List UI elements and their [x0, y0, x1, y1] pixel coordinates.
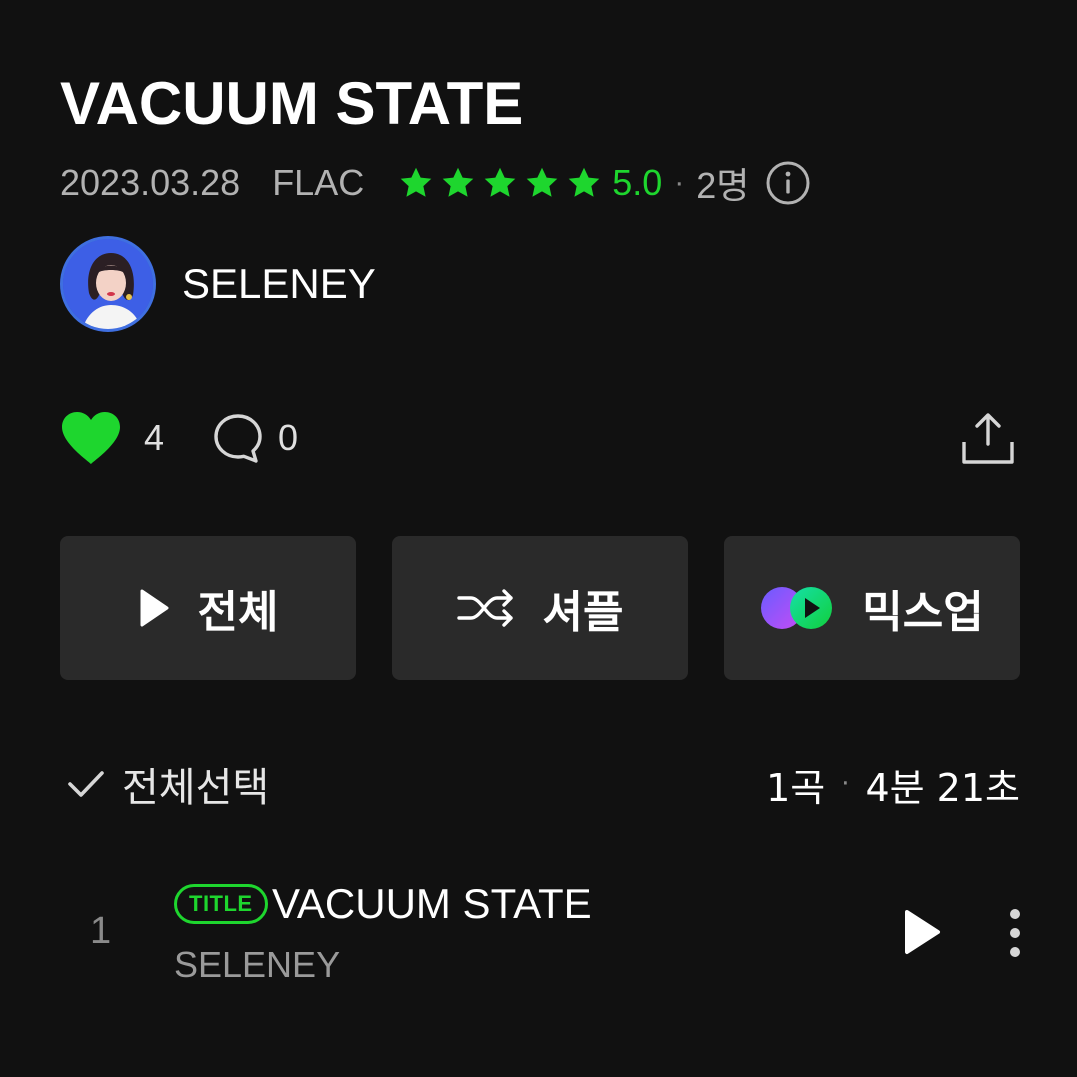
mixup-button[interactable]: 믹스업: [724, 536, 1020, 680]
more-vertical-icon[interactable]: [1004, 908, 1026, 958]
shuffle-icon: [456, 588, 515, 628]
track-play-button[interactable]: [902, 908, 942, 956]
artist-name: SELENEY: [182, 260, 376, 307]
star-icon: [440, 165, 476, 201]
info-icon[interactable]: [765, 160, 811, 206]
rating-stars[interactable]: [398, 165, 608, 201]
separator-dot: ·: [841, 769, 850, 799]
heart-icon[interactable]: [60, 410, 122, 466]
audio-format: FLAC: [272, 162, 365, 203]
album-title: VACUUM STATE: [60, 70, 524, 137]
track-title: VACUUM STATE: [272, 880, 592, 927]
playback-actions: 전체 셔플 믹스업: [60, 536, 1020, 680]
track-artist[interactable]: SELENEY: [174, 944, 340, 986]
play-all-label: 전체: [197, 587, 279, 638]
star-icon: [566, 165, 602, 201]
mixup-icon: [760, 585, 834, 631]
play-all-button[interactable]: 전체: [60, 536, 356, 680]
track-count: 1곡: [766, 765, 826, 810]
album-detail-page: VACUUM STATE 2023.03.28 FLAC 5.0 · 2명 SE…: [0, 0, 1077, 1077]
play-icon: [138, 588, 170, 628]
star-icon: [482, 165, 518, 201]
album-meta: 2023.03.28 FLAC 5.0 · 2명: [60, 160, 811, 206]
title-badge: TITLE: [174, 884, 268, 924]
rating-value: 5.0: [612, 162, 663, 203]
artist-avatar: [60, 236, 156, 332]
total-duration: 4분 21초: [865, 765, 1020, 810]
like-count: 4: [144, 417, 165, 458]
check-icon[interactable]: [64, 762, 108, 806]
select-all-label[interactable]: 전체선택: [122, 755, 269, 813]
separator-dot: ·: [674, 166, 685, 199]
comment-icon[interactable]: [212, 412, 264, 464]
share-icon[interactable]: [960, 410, 1016, 466]
mixup-label: 믹스업: [862, 587, 984, 638]
tracklist-header: 전체선택 1곡 · 4분 21초: [60, 756, 1020, 812]
track-row[interactable]: 1 TITLE VACUUM STATE SELENEY: [60, 872, 1020, 992]
comment-count: 0: [278, 417, 299, 458]
social-actions: 4 0: [60, 408, 1020, 468]
shuffle-button[interactable]: 셔플: [392, 536, 688, 680]
track-summary: 1곡 · 4분 21초: [766, 756, 1020, 812]
artist-link[interactable]: SELENEY: [60, 236, 376, 332]
star-icon: [398, 165, 434, 201]
rating-count: 2명: [696, 165, 750, 206]
star-icon: [524, 165, 560, 201]
release-date: 2023.03.28: [60, 162, 241, 203]
shuffle-label: 셔플: [542, 587, 624, 638]
track-number: 1: [90, 910, 112, 952]
